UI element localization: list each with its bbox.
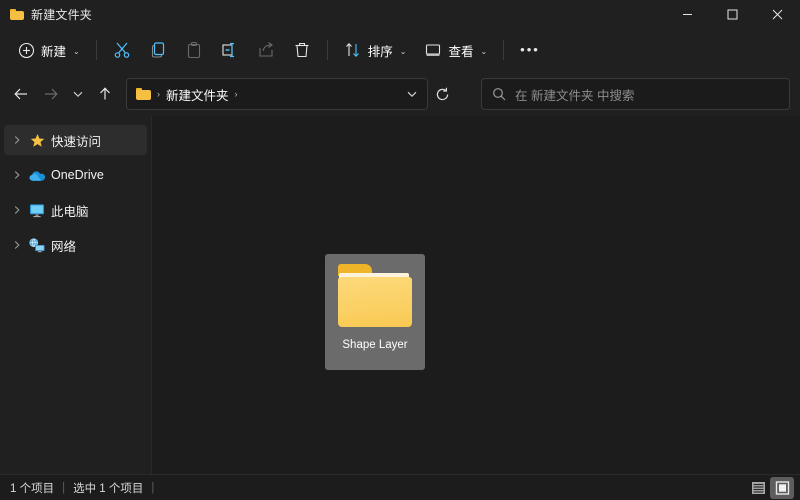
chevron-right-icon[interactable] [8,135,26,145]
delete-button[interactable] [284,34,320,66]
plus-circle-icon [17,41,35,59]
sidebar-item-label: 快速访问 [51,134,102,149]
star-icon [26,133,48,148]
rename-button[interactable] [212,34,248,66]
status-separator-2: | [151,481,155,494]
window-title: 新建文件夹 [31,7,93,22]
file-list-view[interactable]: Shape Layer [152,116,800,474]
search-input[interactable]: 在 新建文件夹 中搜索 [481,78,790,110]
list-item[interactable]: Shape Layer [325,254,425,370]
sidebar-item-label: 网络 [51,239,77,254]
refresh-button[interactable] [428,81,456,107]
list-view-icon [751,481,765,494]
view-button-label: 查看 [448,44,474,59]
address-dropdown-button[interactable] [401,81,423,107]
view-button[interactable]: 查看 ⌄ [415,34,496,66]
toolbar-divider [95,40,97,60]
navigation-bar: › 新建文件夹 › 在 新建文件夹 中搜索 [0,72,800,116]
monitor-icon [424,41,442,59]
sidebar-item-onedrive[interactable]: OneDrive [4,160,147,190]
minimize-button[interactable] [665,0,710,28]
arrow-left-icon [14,88,27,100]
ellipsis-icon: ••• [520,42,540,57]
search-icon [492,87,506,101]
breadcrumb-current[interactable]: 新建文件夹 [166,85,229,104]
title-bar: 新建文件夹 [0,0,800,28]
arrow-right-icon [45,88,58,100]
back-button[interactable] [6,79,36,109]
copy-button[interactable] [140,34,176,66]
sidebar-item-label: OneDrive [51,168,104,182]
close-button[interactable] [755,0,800,28]
title-bar-left: 新建文件夹 [0,6,92,23]
large-icons-view-icon [775,480,789,495]
chevron-right-icon[interactable] [8,170,26,180]
cloud-icon [26,168,48,183]
sidebar-item-label: 此电脑 [51,204,89,219]
scissors-icon [113,41,131,59]
monitor-icon [26,203,48,218]
paste-icon [185,41,203,59]
chevron-down-icon: ⌄ [480,46,488,56]
chevron-down-icon [407,91,417,97]
file-name-label: Shape Layer [342,339,408,351]
window-controls [665,0,800,28]
sort-button[interactable]: 排序 ⌄ [335,34,416,66]
sidebar-item-network[interactable]: 网络 [4,230,147,260]
breadcrumb[interactable]: › 新建文件夹 › [136,85,244,104]
breadcrumb-separator: › [157,89,160,99]
chevron-down-icon: ⌄ [73,46,80,56]
chevron-right-icon[interactable] [8,240,26,250]
selected-count-label: 选中 1 个项目 [73,482,144,495]
sort-button-label: 排序 [367,44,393,59]
breadcrumb-separator-2[interactable]: › [235,89,238,99]
minimize-icon [683,13,692,15]
close-icon [772,9,783,19]
file-explorer-window: 新建文件夹 新建 ⌄ 排序 ⌄ 查看 ⌄ ••• › 新建文件夹 › 在 新建文… [0,0,800,500]
recent-locations-button[interactable] [66,79,90,109]
sort-arrows-icon [344,41,362,59]
item-count-label: 1 个项目 [10,482,55,495]
folder-icon [10,8,24,20]
details-view-button[interactable] [746,477,770,499]
body-area: 快速访问 OneDrive 此电脑 网络 Shape Layer [0,116,800,474]
search-placeholder: 在 新建文件夹 中搜索 [515,88,635,103]
address-bar[interactable]: › 新建文件夹 › [126,78,428,110]
chevron-right-icon[interactable] [8,205,26,215]
maximize-button[interactable] [710,0,755,28]
trash-icon [293,41,311,59]
forward-button[interactable] [36,79,66,109]
navigation-pane: 快速访问 OneDrive 此电脑 网络 [0,116,152,474]
toolbar-divider-2 [326,40,328,60]
new-button[interactable]: 新建 ⌄ [8,34,89,66]
refresh-icon [436,87,448,100]
maximize-icon [727,9,738,19]
new-button-label: 新建 [41,44,67,59]
status-separator: | [62,481,66,494]
share-icon [257,41,275,59]
network-icon [26,237,48,253]
toolbar-divider-3 [503,40,505,60]
share-button[interactable] [248,34,284,66]
chevron-down-icon: ⌄ [399,46,407,56]
paste-button[interactable] [176,34,212,66]
folder-icon [136,88,151,100]
arrow-up-icon [100,87,110,100]
chevron-down-icon [73,91,83,97]
status-bar: 1 个项目 | 选中 1 个项目 | [0,474,800,500]
large-icons-view-button[interactable] [770,476,794,499]
copy-icon [149,41,167,59]
more-options-button[interactable]: ••• [511,34,549,66]
up-button[interactable] [90,79,120,109]
sidebar-item-this-pc[interactable]: 此电脑 [4,195,147,225]
folder-icon [336,264,414,330]
sidebar-item-quick-access[interactable]: 快速访问 [4,125,147,155]
rename-icon [221,41,239,59]
cut-button[interactable] [104,34,140,66]
command-bar: 新建 ⌄ 排序 ⌄ 查看 ⌄ ••• [0,28,800,72]
